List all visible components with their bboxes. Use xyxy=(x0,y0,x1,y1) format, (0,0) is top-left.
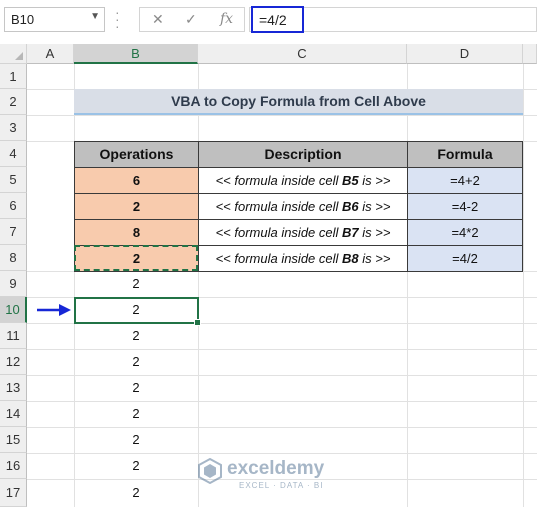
row-header-1[interactable]: 1 xyxy=(0,64,27,89)
row-header-16[interactable]: 16 xyxy=(0,453,27,479)
column-header-a[interactable]: A xyxy=(27,44,74,64)
description-text: is >> xyxy=(358,251,391,266)
row-header-6[interactable]: 6 xyxy=(0,193,27,219)
copied-value-cell[interactable]: 2 xyxy=(74,375,198,401)
gridline xyxy=(27,115,537,116)
gridline xyxy=(523,64,524,507)
copied-value-cell[interactable]: 2 xyxy=(74,401,198,427)
cancel-icon[interactable]: ✕ xyxy=(152,11,164,28)
description-text: << formula inside cell xyxy=(215,173,343,188)
insert-function-icon[interactable]: fx xyxy=(220,11,233,27)
copied-value-cell[interactable]: 2 xyxy=(74,271,198,297)
copied-value-cell[interactable]: 2 xyxy=(74,427,198,453)
sheet-title[interactable]: VBA to Copy Formula from Cell Above xyxy=(74,89,523,115)
operation-cell[interactable]: 6 xyxy=(74,167,199,194)
formula-cell[interactable]: =4*2 xyxy=(407,219,523,246)
formula-text: =4/2 xyxy=(259,12,287,28)
row-header-13[interactable]: 13 xyxy=(0,375,27,401)
formula-buttons: ✕ ✓ fx xyxy=(139,7,245,32)
formula-bar: B10 ▼ · · · ✕ ✓ fx =4/2 xyxy=(0,0,537,44)
header-description[interactable]: Description xyxy=(198,141,408,168)
header-operations[interactable]: Operations xyxy=(74,141,199,168)
active-cell-b10[interactable] xyxy=(74,297,201,326)
description-text: is >> xyxy=(358,173,391,188)
description-cell[interactable]: << formula inside cell B6 is >> xyxy=(198,193,408,220)
watermark: exceldemy EXCEL · DATA · BI xyxy=(197,456,347,496)
row-header-10[interactable]: 10 xyxy=(0,297,27,323)
formula-cell[interactable]: =4/2 xyxy=(407,245,523,272)
row-header-2[interactable]: 2 xyxy=(0,89,27,115)
chevron-down-icon[interactable]: ▼ xyxy=(90,11,100,22)
gridline xyxy=(198,64,199,507)
name-box-value: B10 xyxy=(11,12,35,27)
description-text: is >> xyxy=(358,225,391,240)
formula-cell[interactable]: =4-2 xyxy=(407,193,523,220)
column-header-e[interactable] xyxy=(523,44,537,64)
description-cell[interactable]: << formula inside cell B8 is >> xyxy=(198,245,408,272)
description-cell[interactable]: << formula inside cell B5 is >> xyxy=(198,167,408,194)
copied-value-cell[interactable]: 2 xyxy=(74,323,198,349)
select-all-corner[interactable] xyxy=(0,44,27,64)
enter-icon[interactable]: ✓ xyxy=(185,11,197,28)
column-header-d[interactable]: D xyxy=(407,44,523,64)
formula-value-highlight[interactable]: =4/2 xyxy=(251,6,304,33)
column-header-b[interactable]: B xyxy=(74,44,198,64)
row-header-15[interactable]: 15 xyxy=(0,427,27,453)
operation-cell[interactable]: 8 xyxy=(74,219,199,246)
operation-cell[interactable]: 2 xyxy=(74,193,199,220)
name-box[interactable]: B10 ▼ xyxy=(4,7,105,32)
description-cell[interactable]: << formula inside cell B7 is >> xyxy=(198,219,408,246)
description-text: << formula inside cell xyxy=(215,251,343,266)
row-header-3[interactable]: 3 xyxy=(0,115,27,141)
description-text: << formula inside cell xyxy=(215,199,343,214)
description-text: is >> xyxy=(358,199,391,214)
row-header-7[interactable]: 7 xyxy=(0,219,27,245)
row-header-9[interactable]: 9 xyxy=(0,271,27,297)
cell-reference: B6 xyxy=(342,199,359,214)
copied-value-cell[interactable]: 2 xyxy=(74,349,198,375)
copy-marquee xyxy=(74,245,198,271)
gridline xyxy=(407,64,408,507)
row-header-14[interactable]: 14 xyxy=(0,401,27,427)
row-header-4[interactable]: 4 xyxy=(0,141,27,167)
watermark-name: exceldemy xyxy=(227,458,325,479)
formula-cell[interactable]: =4+2 xyxy=(407,167,523,194)
cell-reference: B8 xyxy=(342,251,359,266)
drag-handle-icon[interactable]: · · · xyxy=(115,5,120,33)
row-header-8[interactable]: 8 xyxy=(0,245,27,271)
watermark-tagline: EXCEL · DATA · BI xyxy=(239,481,324,490)
description-text: << formula inside cell xyxy=(215,225,343,240)
copied-value-cell[interactable]: 2 xyxy=(74,479,198,507)
row-header-11[interactable]: 11 xyxy=(0,323,27,349)
cell-reference: B5 xyxy=(342,173,359,188)
row-header-17[interactable]: 17 xyxy=(0,479,27,507)
column-header-c[interactable]: C xyxy=(198,44,407,64)
header-formula[interactable]: Formula xyxy=(407,141,523,168)
arrow-right-icon xyxy=(37,303,71,317)
copied-value-cell[interactable]: 2 xyxy=(74,453,198,479)
cell-reference: B7 xyxy=(342,225,359,240)
exceldemy-logo-icon xyxy=(197,457,223,485)
row-header-5[interactable]: 5 xyxy=(0,167,27,193)
row-header-12[interactable]: 12 xyxy=(0,349,27,375)
